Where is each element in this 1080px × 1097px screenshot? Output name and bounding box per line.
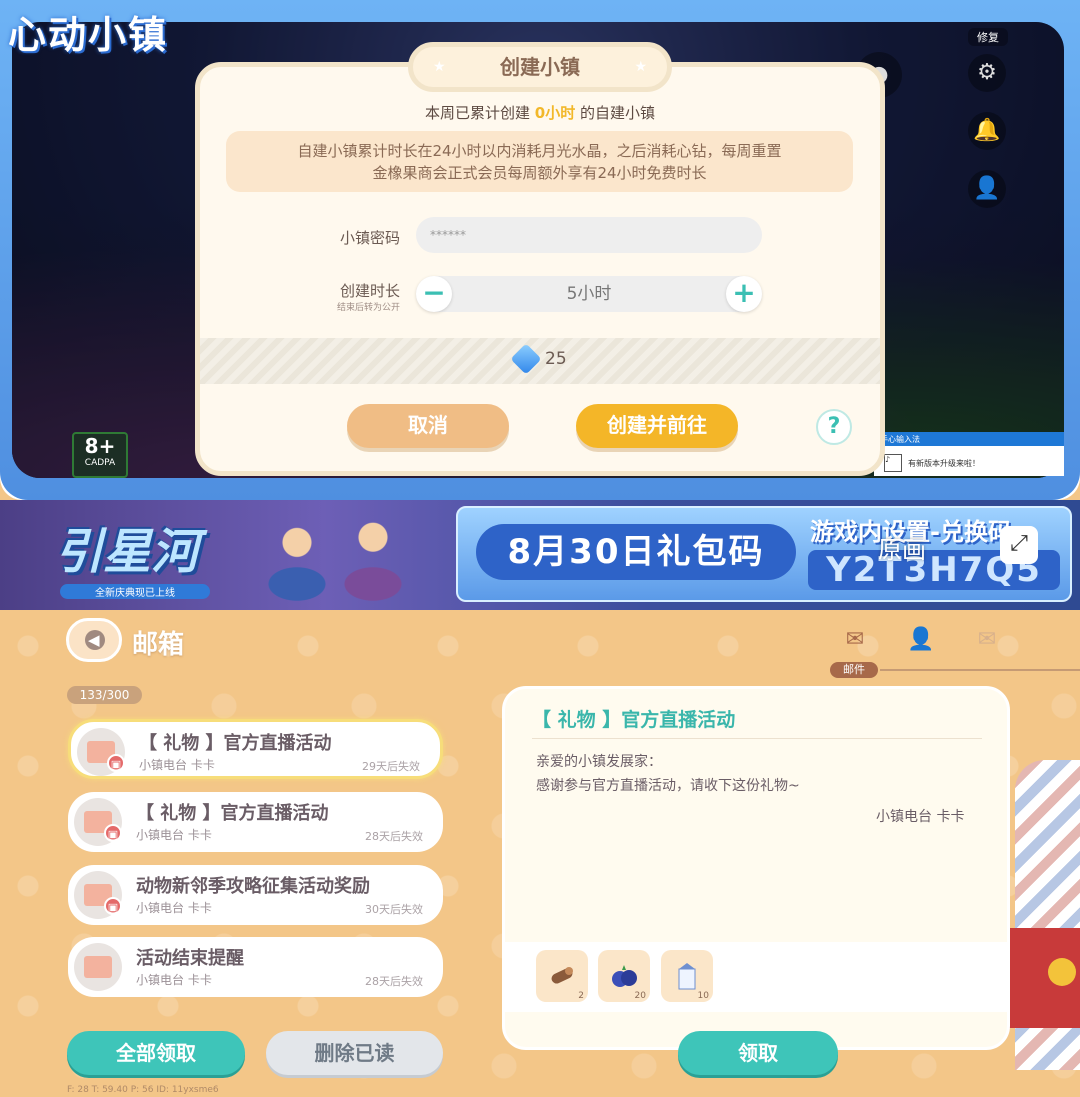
- attachment-item[interactable]: 20: [598, 950, 650, 1002]
- duration-hint: 结束后转为公开: [336, 303, 400, 313]
- cancel-button[interactable]: 取消: [347, 404, 509, 448]
- banner-characters-illustration: [240, 506, 430, 610]
- mail-title: 【 礼物 】官方直播活动: [139, 733, 332, 754]
- page-title: 邮箱: [132, 630, 185, 660]
- attachment-item[interactable]: 10: [661, 950, 713, 1002]
- debug-info: F: 28 T: 59.40 P: 56 ID: 11yxsme6: [67, 1085, 219, 1095]
- increase-duration-button[interactable]: +: [726, 276, 762, 312]
- banner-title: 引星河: [55, 524, 200, 580]
- diamond-gem-icon: [510, 343, 542, 375]
- mail-sender: 小镇电台 卡卡: [139, 758, 215, 772]
- mail-list-item[interactable]: ▣ 【 礼物 】官方直播活动 小镇电台 卡卡 29天后失效: [68, 719, 443, 779]
- notification-app-icon: ♪: [884, 454, 902, 472]
- password-label: 小镇密码: [339, 229, 400, 247]
- mail-count-badge: 133/300: [67, 686, 142, 704]
- profile-person-icon[interactable]: 👤: [968, 170, 1006, 208]
- mail-sender: 小镇电台 卡卡: [136, 828, 212, 842]
- star-icon: ★: [634, 59, 647, 75]
- duration-stepper: 5小时 − +: [416, 276, 762, 312]
- attachment-count: 20: [634, 991, 646, 1001]
- gift-badge-icon: ▣: [104, 824, 122, 842]
- mail-title: 活动结束提醒: [136, 948, 244, 969]
- mail-detail-body: 亲爱的小镇发展家： 感谢参与官方直播活动，请收下这份礼物~: [536, 750, 800, 798]
- weekly-usage-suffix: 的自建小镇: [580, 104, 656, 122]
- mail-sender: 小镇电台 卡卡: [136, 901, 212, 915]
- mail-title: 【 礼物 】官方直播活动: [136, 803, 329, 824]
- claim-button[interactable]: 领取: [678, 1031, 838, 1075]
- attachment-item[interactable]: 2: [536, 950, 588, 1002]
- mail-greeting: 亲爱的小镇发展家：: [536, 754, 662, 770]
- duration-value: 5小时: [566, 284, 612, 304]
- help-question-icon[interactable]: ?: [816, 409, 852, 445]
- star-icon: ★: [433, 59, 446, 75]
- delete-read-button[interactable]: 删除已读: [266, 1031, 443, 1075]
- mail-expiry: 28天后失效: [365, 975, 423, 988]
- mail-body-text: 感谢参与官方直播活动，请收下这份礼物~: [536, 778, 800, 794]
- dialog-title: ★ 创建小镇 ★: [408, 42, 672, 92]
- age-rating-badge: 8+ CADPA: [72, 432, 128, 478]
- decrease-duration-button[interactable]: −: [416, 276, 452, 312]
- original-art-label: 原画: [878, 536, 926, 564]
- weekly-usage-value: 0小时: [534, 104, 576, 122]
- cost-display: 25: [510, 343, 567, 375]
- dialog-title-text: 创建小镇: [500, 55, 580, 79]
- create-and-go-button[interactable]: 创建并前往: [576, 404, 738, 448]
- notification-text: 有新版本升级来啦！: [908, 458, 980, 468]
- mail-list-item[interactable]: ▣ 【 礼物 】官方直播活动 小镇电台 卡卡 28天后失效: [68, 792, 443, 852]
- ime-update-notification[interactable]: 手心输入法 ♪ 有新版本升级来啦！: [874, 432, 1064, 476]
- gift-code-date: 8月30日礼包码: [476, 524, 796, 580]
- tab-favorite-mail-icon[interactable]: ✉: [972, 628, 1002, 652]
- mail-detail-divider: [532, 738, 982, 739]
- mail-signature: 小镇电台 卡卡: [876, 809, 965, 825]
- dialog-info-box: 自建小镇累计时长在24小时以内消耗月光水晶，之后消耗心钻，每周重置 金橡果商会正…: [226, 131, 853, 192]
- wood-log-icon: [551, 967, 573, 984]
- mail-title: 动物新邻季攻略征集活动奖励: [136, 876, 370, 897]
- info-line-1: 自建小镇累计时长在24小时以内消耗月光水晶，之后消耗心钻，每周重置: [297, 142, 782, 160]
- age-rating-org: CADPA: [84, 458, 116, 468]
- tab-mail-icon[interactable]: ✉: [840, 628, 870, 652]
- attachment-count: 2: [578, 991, 584, 1001]
- duration-label: 创建时长: [339, 282, 400, 300]
- mail-expiry: 30天后失效: [365, 903, 423, 916]
- weekly-usage-prefix: 本周已累计创建: [424, 104, 530, 122]
- settings-gear-icon[interactable]: ⚙: [968, 54, 1006, 92]
- expand-icon[interactable]: ⤢: [1000, 526, 1038, 564]
- gift-badge-icon: ▣: [107, 754, 125, 772]
- town-password-input[interactable]: ******: [416, 217, 762, 253]
- weekly-usage-text: 本周已累计创建 0小时 的自建小镇: [195, 102, 885, 123]
- attachment-count: 10: [697, 991, 709, 1001]
- mail-list-item[interactable]: 活动结束提醒 小镇电台 卡卡 28天后失效: [68, 937, 443, 997]
- mail-expiry: 29天后失效: [362, 760, 420, 773]
- claim-all-button[interactable]: 全部领取: [67, 1031, 245, 1075]
- cost-value: 25: [545, 349, 567, 369]
- repair-button[interactable]: 修复: [968, 28, 1008, 46]
- mail-list-item[interactable]: ▣ 动物新邻季攻略征集活动奖励 小镇电台 卡卡 30天后失效: [68, 865, 443, 925]
- mail-detail-title: 【 礼物 】官方直播活动: [532, 709, 736, 731]
- back-arrow-icon: ◀: [88, 631, 100, 649]
- notification-header: 手心输入法: [874, 432, 1064, 446]
- mail-envelope-icon: [74, 943, 122, 991]
- banner-subtitle: 全新庆典现已上线: [60, 584, 210, 599]
- back-button[interactable]: ◀: [66, 618, 122, 662]
- create-town-dialog: [195, 62, 885, 476]
- age-rating-value: 8+: [84, 434, 116, 458]
- info-line-2: 金橡果商会正式会员每周额外享有24小时免费时长: [372, 164, 707, 182]
- mail-expiry: 28天后失效: [365, 830, 423, 843]
- gift-badge-icon: ▣: [104, 897, 122, 915]
- blueberry-icon: [612, 965, 637, 987]
- tab-mail-label: 邮件: [830, 662, 878, 678]
- notification-bell-icon[interactable]: 🔔: [968, 112, 1006, 150]
- tab-divider: [880, 669, 1080, 671]
- game-logo: 心动小镇: [8, 13, 169, 57]
- milk-carton-icon: [678, 963, 696, 990]
- tab-friend-request-icon[interactable]: 👤: [906, 628, 936, 652]
- mail-sender: 小镇电台 卡卡: [136, 973, 212, 987]
